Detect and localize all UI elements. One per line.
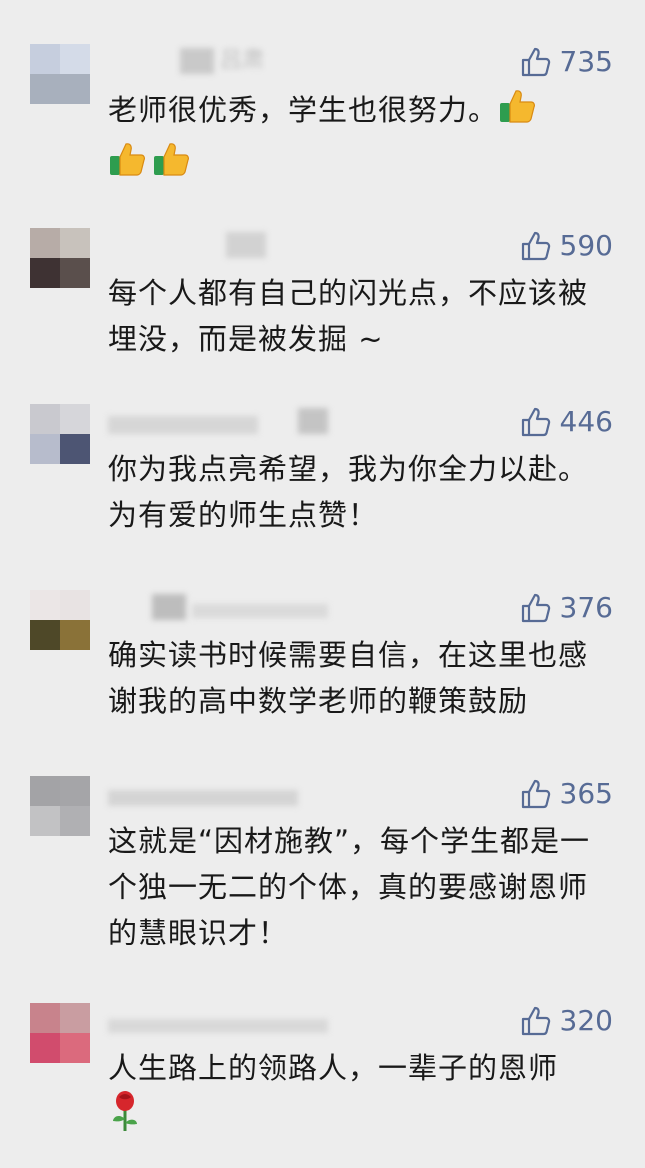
comment-text: 人生路上的领路人，一辈子的恩师 [108,1045,608,1146]
like-button[interactable]: 365 [520,776,613,812]
like-count: 320 [559,1004,613,1037]
like-count: 590 [559,229,613,262]
thumbs-up-outline-icon [521,231,550,261]
avatar[interactable] [30,44,90,104]
like-button[interactable]: 735 [520,44,613,80]
thumbs-up-outline-icon [521,407,550,437]
thumbs-up-icon [108,139,148,192]
like-button[interactable]: 320 [520,1003,613,1039]
avatar[interactable] [30,1003,90,1063]
comment-text: 你为我点亮希望，我为你全力以赴。为有爱的师生点赞！ [108,452,589,532]
like-count: 376 [559,591,613,624]
rose-icon [108,1091,142,1146]
commenter-name[interactable]: 吕肃 [108,48,328,74]
avatar[interactable] [30,228,90,288]
comment-list: 吕肃 735 老师很优秀，学生也很努力。 590 每个人都有自己的闪光点，不应该… [0,0,645,1168]
comment-text: 确实读书时候需要自信，在这里也感谢我的高中数学老师的鞭策鼓励 [108,638,589,718]
commenter-name[interactable] [108,408,328,434]
comment-text: 这就是“因材施教”，每个学生都是一个独一无二的个体，真的要感谢恩师的慧眼识才！ [108,824,591,950]
like-count: 735 [559,45,613,78]
thumbs-up-outline-icon [521,593,550,623]
commenter-name[interactable] [108,1007,328,1033]
commenter-name[interactable] [108,232,328,258]
thumbs-up-outline-icon [521,1006,550,1036]
comment-text: 每个人都有自己的闪光点，不应该被埋没，而是被发掘 ~ [108,276,589,356]
like-count: 446 [559,405,613,438]
commenter-name[interactable] [108,594,328,620]
avatar[interactable] [30,404,90,464]
like-button[interactable]: 590 [520,228,613,264]
thumbs-up-outline-icon [521,779,550,809]
avatar[interactable] [30,590,90,650]
like-button[interactable]: 376 [520,590,613,626]
avatar[interactable] [30,776,90,836]
comment-text: 老师很优秀，学生也很努力。 [108,86,608,192]
thumbs-up-icon [152,139,192,192]
thumbs-up-icon [498,86,538,139]
like-button[interactable]: 446 [520,404,613,440]
thumbs-up-outline-icon [521,47,550,77]
like-count: 365 [559,777,613,810]
commenter-name[interactable] [108,780,328,806]
